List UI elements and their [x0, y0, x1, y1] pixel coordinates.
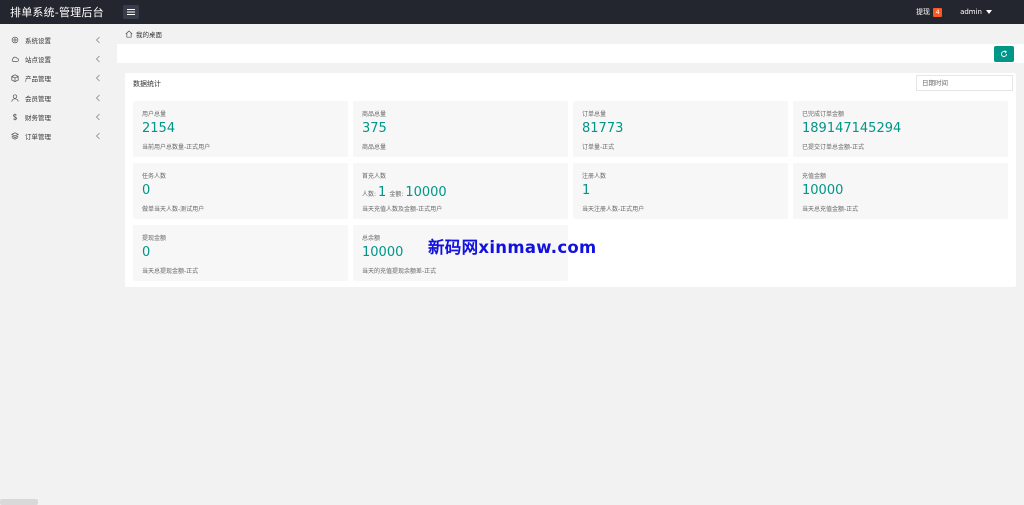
card-title: 提现金额 — [142, 235, 167, 242]
chevron-left-icon — [95, 113, 100, 121]
stat-card-total-users: 用户总量 2154 当前用户总数量-正式用户 — [133, 101, 348, 157]
breadcrumb[interactable]: 我的桌面 — [117, 24, 1024, 44]
stat-card-recharge-amount: 充值金额 10000 当天总充值金额-正式 — [793, 163, 1008, 219]
chevron-left-icon — [95, 74, 100, 82]
menu-toggle-button[interactable] — [123, 5, 139, 19]
card-title: 已完成订单金额 — [802, 111, 845, 118]
card-description: 当天的充值提现余额差-正式 — [362, 268, 437, 275]
card-value: 375 — [362, 121, 387, 136]
card-description: 当天总充值金额-正式 — [802, 206, 859, 213]
gear-icon — [10, 35, 19, 44]
card-value: 1 — [582, 183, 591, 198]
card-combo-value: 人数: 1 金额: 10000 — [362, 185, 450, 200]
card-value: 81773 — [582, 121, 624, 136]
sidebar: 系统设置 站点设置 产品管理 会员管理 财务管理 订单管理 — [0, 24, 117, 505]
withdraw-notice[interactable]: 提现 4 — [916, 7, 943, 17]
amount-value: 10000 — [405, 185, 447, 200]
breadcrumb-label: 我的桌面 — [136, 31, 162, 39]
stack-icon — [10, 132, 19, 141]
card-value: 2154 — [142, 121, 176, 136]
sidebar-item-system-settings[interactable]: 系统设置 — [0, 30, 117, 49]
people-value: 1 — [378, 185, 387, 200]
caret-down-icon — [986, 10, 992, 14]
stat-card-registrations: 注册人数 1 当天注册人数-正式用户 — [573, 163, 788, 219]
card-value: 10000 — [802, 183, 844, 198]
stat-card-completed-amount: 已完成订单金额 189147145294 已提交订单总金额-正式 — [793, 101, 1008, 157]
chevron-left-icon — [95, 55, 100, 63]
cloud-icon — [10, 54, 19, 63]
card-description: 当天总提现金额-正式 — [142, 268, 199, 275]
sidebar-item-product-management[interactable]: 产品管理 — [0, 69, 117, 88]
card-value: 189147145294 — [802, 121, 902, 136]
card-title: 首充人数 — [362, 173, 387, 180]
panel-header: 数据统计 — [133, 73, 1013, 95]
card-description: 当天充值人数及金额-正式用户 — [362, 206, 443, 213]
card-title: 订单总量 — [582, 111, 607, 118]
top-header: 排单系统-管理后台 提现 4 admin — [0, 0, 1024, 24]
sidebar-item-site-settings[interactable]: 站点设置 — [0, 49, 117, 68]
dollar-icon — [10, 112, 19, 121]
sidebar-item-label: 财务管理 — [25, 113, 51, 122]
main-content: 我的桌面 数据统计 用户总量 2154 当前用户总数量-正式用户 商品总量 37… — [117, 24, 1024, 505]
card-description: 当前用户总数量-正式用户 — [142, 144, 211, 151]
card-title: 注册人数 — [582, 173, 607, 180]
sidebar-item-label: 系统设置 — [25, 36, 51, 45]
sidebar-item-label: 站点设置 — [25, 55, 51, 64]
refresh-button[interactable] — [994, 45, 1014, 62]
sidebar-item-label: 会员管理 — [25, 94, 51, 103]
box-icon — [10, 74, 19, 83]
toolbar — [117, 44, 1024, 63]
card-title: 总余额 — [362, 235, 381, 242]
stat-card-total-orders: 订单总量 81773 订单量-正式 — [573, 101, 788, 157]
home-icon — [125, 30, 133, 38]
stat-card-task-users: 任务人数 0 做单当天人数-测试用户 — [133, 163, 348, 219]
sidebar-scrollbar[interactable] — [0, 499, 38, 505]
sidebar-item-order-management[interactable]: 订单管理 — [0, 126, 117, 145]
card-value: 0 — [142, 245, 151, 260]
stat-card-first-recharge: 首充人数 人数: 1 金额: 10000 当天充值人数及金额-正式用户 — [353, 163, 568, 219]
card-description: 订单量-正式 — [582, 144, 615, 151]
watermark: 新码网xinmaw.com — [428, 238, 597, 257]
people-label: 人数: — [362, 191, 377, 198]
hamburger-icon — [127, 9, 135, 15]
card-value: 10000 — [362, 245, 404, 260]
chevron-left-icon — [95, 94, 100, 101]
card-description: 已提交订单总金额-正式 — [802, 144, 865, 151]
card-description: 当天注册人数-正式用户 — [582, 206, 645, 213]
card-description: 商品总量 — [362, 144, 387, 151]
stat-card-withdraw-amount: 提现金额 0 当天总提现金额-正式 — [133, 225, 348, 281]
date-time-input[interactable] — [916, 75, 1013, 91]
sidebar-item-label: 产品管理 — [25, 75, 51, 84]
panel-title: 数据统计 — [133, 80, 161, 88]
refresh-icon — [1001, 49, 1007, 57]
user-menu[interactable]: admin — [960, 8, 992, 16]
card-value: 0 — [142, 183, 151, 198]
withdraw-notice-label: 提现 — [916, 8, 931, 16]
chevron-left-icon — [95, 132, 100, 140]
chevron-left-icon — [95, 36, 100, 43]
stat-card-total-products: 商品总量 375 商品总量 — [353, 101, 568, 157]
sidebar-item-label: 订单管理 — [25, 133, 51, 142]
app-title: 排单系统-管理后台 — [10, 6, 104, 19]
card-title: 商品总量 — [362, 111, 387, 118]
amount-label: 金额: — [389, 191, 404, 198]
sidebar-item-finance-management[interactable]: 财务管理 — [0, 107, 117, 126]
card-title: 充值金额 — [802, 173, 827, 180]
user-icon — [10, 93, 19, 102]
notice-count-badge: 4 — [933, 7, 943, 17]
user-name: admin — [960, 8, 982, 16]
card-title: 任务人数 — [142, 173, 167, 180]
sidebar-item-member-management[interactable]: 会员管理 — [0, 88, 117, 107]
card-description: 做单当天人数-测试用户 — [142, 206, 205, 213]
card-title: 用户总量 — [142, 111, 167, 118]
